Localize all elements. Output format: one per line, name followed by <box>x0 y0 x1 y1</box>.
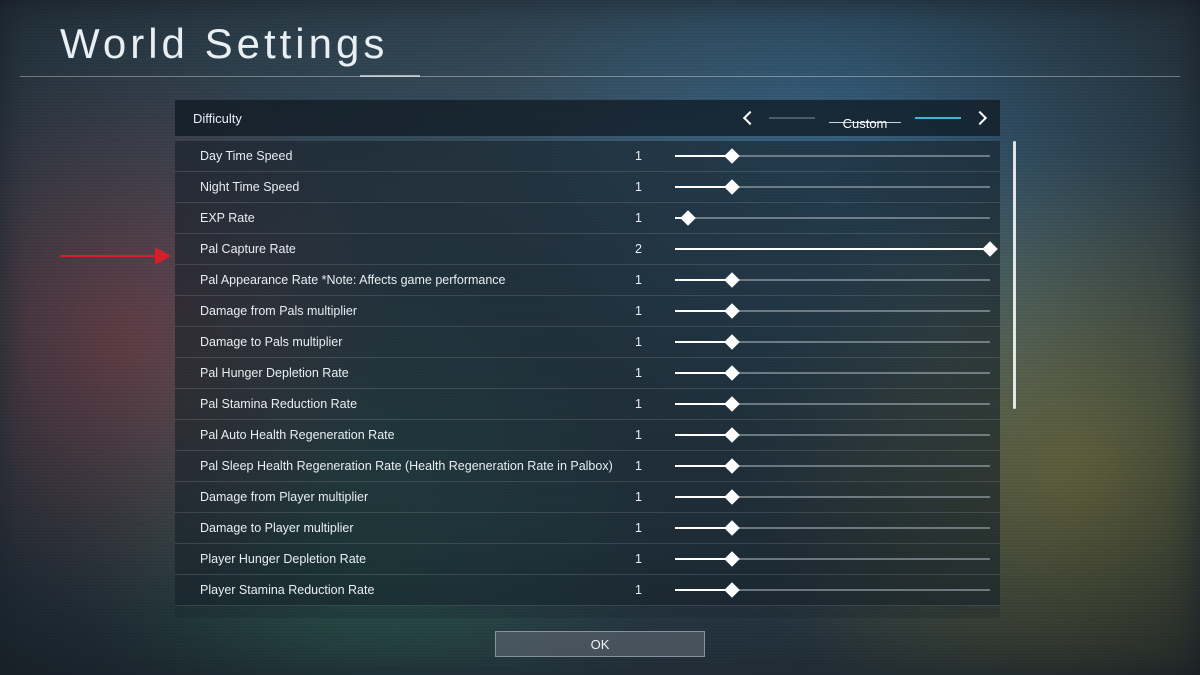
setting-value: 1 <box>635 366 675 380</box>
setting-slider[interactable] <box>675 178 990 196</box>
slider-handle[interactable] <box>724 303 740 319</box>
setting-slider[interactable] <box>675 209 990 227</box>
slider-handle[interactable] <box>724 396 740 412</box>
chevron-left-icon[interactable] <box>743 111 757 125</box>
setting-slider[interactable] <box>675 271 990 289</box>
page-title: World Settings <box>60 20 388 68</box>
setting-slider[interactable] <box>675 426 990 444</box>
setting-label: Player Hunger Depletion Rate <box>200 552 635 566</box>
slider-handle[interactable] <box>724 365 740 381</box>
slider-handle[interactable] <box>724 272 740 288</box>
setting-value: 2 <box>635 242 675 256</box>
setting-slider[interactable] <box>675 302 990 320</box>
setting-value: 1 <box>635 583 675 597</box>
setting-slider[interactable] <box>675 550 990 568</box>
setting-label: Night Time Speed <box>200 180 635 194</box>
settings-panel: Difficulty Custom Day Time Speed1Night T… <box>175 100 1000 613</box>
setting-slider[interactable] <box>675 364 990 382</box>
setting-value: 1 <box>635 552 675 566</box>
setting-value: 1 <box>635 211 675 225</box>
setting-label: Pal Auto Health Regeneration Rate <box>200 428 635 442</box>
setting-row: Pal Stamina Reduction Rate1 <box>175 389 1000 420</box>
setting-value: 1 <box>635 304 675 318</box>
setting-row: EXP Rate1 <box>175 203 1000 234</box>
difficulty-option-next <box>915 117 961 119</box>
setting-label: Pal Stamina Reduction Rate <box>200 397 635 411</box>
setting-row: Day Time Speed1 <box>175 141 1000 172</box>
setting-slider[interactable] <box>675 395 990 413</box>
ok-button-label: OK <box>591 637 610 652</box>
setting-row: Damage from Player multiplier1 <box>175 482 1000 513</box>
setting-slider[interactable] <box>675 147 990 165</box>
setting-label: Pal Hunger Depletion Rate <box>200 366 635 380</box>
setting-row: Pal Sleep Health Regeneration Rate (Heal… <box>175 451 1000 482</box>
slider-handle[interactable] <box>724 179 740 195</box>
setting-value: 1 <box>635 521 675 535</box>
setting-row: Damage from Pals multiplier1 <box>175 296 1000 327</box>
setting-value: 1 <box>635 149 675 163</box>
difficulty-label: Difficulty <box>193 111 745 126</box>
setting-label: Damage from Pals multiplier <box>200 304 635 318</box>
difficulty-row: Difficulty Custom <box>175 100 1000 136</box>
slider-handle[interactable] <box>724 458 740 474</box>
setting-value: 1 <box>635 335 675 349</box>
setting-value: 1 <box>635 459 675 473</box>
slider-handle[interactable] <box>724 582 740 598</box>
setting-slider[interactable] <box>675 488 990 506</box>
setting-label: Pal Sleep Health Regeneration Rate (Heal… <box>200 459 635 473</box>
setting-label: Damage to Pals multiplier <box>200 335 635 349</box>
setting-row: Damage to Player multiplier1 <box>175 513 1000 544</box>
slider-handle[interactable] <box>724 334 740 350</box>
slider-handle[interactable] <box>724 148 740 164</box>
slider-handle[interactable] <box>680 210 696 226</box>
settings-list: Day Time Speed1Night Time Speed1EXP Rate… <box>175 141 1000 618</box>
setting-row: Pal Appearance Rate *Note: Affects game … <box>175 265 1000 296</box>
setting-label: EXP Rate <box>200 211 635 225</box>
setting-value: 1 <box>635 428 675 442</box>
setting-row: Night Time Speed1 <box>175 172 1000 203</box>
difficulty-selector[interactable]: Custom <box>745 113 985 123</box>
chevron-right-icon[interactable] <box>973 111 987 125</box>
setting-value: 1 <box>635 397 675 411</box>
setting-row: Damage to Pals multiplier1 <box>175 327 1000 358</box>
difficulty-option-current: Custom <box>829 116 901 118</box>
setting-label: Day Time Speed <box>200 149 635 163</box>
setting-label: Player Stamina Reduction Rate <box>200 583 635 597</box>
setting-slider[interactable] <box>675 240 990 258</box>
setting-slider[interactable] <box>675 457 990 475</box>
slider-handle[interactable] <box>724 427 740 443</box>
setting-label: Pal Appearance Rate *Note: Affects game … <box>200 273 635 287</box>
difficulty-option-prev <box>769 117 815 119</box>
setting-row: Player Stamina Reduction Rate1 <box>175 575 1000 606</box>
title-underline <box>20 76 1180 77</box>
setting-slider[interactable] <box>675 581 990 599</box>
slider-handle[interactable] <box>724 489 740 505</box>
setting-label: Damage to Player multiplier <box>200 521 635 535</box>
slider-handle[interactable] <box>724 551 740 567</box>
setting-row: Player Hunger Depletion Rate1 <box>175 544 1000 575</box>
setting-value: 1 <box>635 490 675 504</box>
scrollbar-thumb[interactable] <box>1013 141 1016 409</box>
setting-row: Pal Hunger Depletion Rate1 <box>175 358 1000 389</box>
slider-handle[interactable] <box>982 241 998 257</box>
setting-label: Pal Capture Rate <box>200 242 635 256</box>
setting-value: 1 <box>635 180 675 194</box>
setting-row: Pal Auto Health Regeneration Rate1 <box>175 420 1000 451</box>
setting-slider[interactable] <box>675 519 990 537</box>
setting-label: Damage from Player multiplier <box>200 490 635 504</box>
settings-list-container: Day Time Speed1Night Time Speed1EXP Rate… <box>175 141 1000 618</box>
setting-slider[interactable] <box>675 333 990 351</box>
setting-row: Pal Capture Rate2 <box>175 234 1000 265</box>
setting-value: 1 <box>635 273 675 287</box>
slider-handle[interactable] <box>724 520 740 536</box>
ok-button[interactable]: OK <box>495 631 705 657</box>
